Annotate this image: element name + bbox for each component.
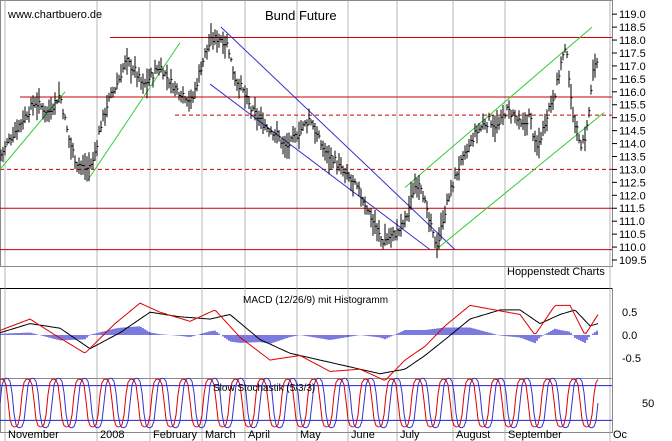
price-tick-label: 111.0: [619, 216, 645, 228]
price-tick-label: 118.0: [619, 35, 646, 47]
stochastic-title: Slow Stochastik (5/3/3): [213, 383, 315, 394]
price-tick-label: 112.0: [619, 190, 646, 202]
macd-tick-label: -0.5: [622, 353, 641, 365]
macd-tick-label: 0.0: [622, 330, 637, 342]
price-tick-label: 113.0: [619, 164, 646, 176]
price-tick-label: 117.0: [619, 61, 646, 73]
macd-tick-label: 0.5: [622, 307, 637, 319]
price-tick-label: 116.0: [619, 87, 646, 99]
price-tick-label: 114.0: [619, 139, 646, 151]
price-tick-label: 112.5: [619, 177, 646, 189]
price-tick-label: 110.0: [619, 242, 646, 254]
price-tick-label: 111.5: [619, 203, 645, 215]
price-tick-label: 115.5: [619, 100, 646, 112]
price-tick-label: 115.0: [619, 113, 646, 125]
month-tick-label: August: [456, 429, 490, 441]
trend-channel-line: [404, 26, 593, 188]
month-tick-label: November: [8, 429, 59, 441]
stochastic-tick-label: 50: [642, 398, 654, 410]
price-tick-label: 109.5: [619, 255, 647, 267]
price-tick-label: 110.5: [619, 229, 646, 241]
price-tick-label: 119.0: [619, 9, 646, 21]
month-tick-label: July: [400, 429, 420, 441]
price-tick-label: 113.5: [619, 151, 646, 163]
month-tick-label: Oc: [613, 429, 628, 441]
month-tick-label: February: [153, 429, 198, 441]
price-tick-label: 114.5: [619, 126, 646, 138]
month-tick-label: April: [248, 429, 270, 441]
month-tick-label: June: [351, 429, 375, 441]
source-label: Hoppenstedt Charts: [507, 266, 605, 278]
macd-signal-line: [0, 302, 599, 381]
price-tick-label: 118.5: [619, 22, 646, 34]
month-tick-label: March: [205, 429, 236, 441]
price-tick-label: 116.5: [619, 74, 646, 86]
month-tick-label: September: [508, 429, 562, 441]
trend-channel-line: [435, 112, 605, 251]
watermark: www.chartbuero.de: [7, 9, 102, 21]
price-panel-frame: [0, 0, 613, 267]
price-tick-label: 117.5: [619, 48, 646, 60]
month-tick-label: May: [300, 429, 321, 441]
macd-line: [0, 309, 599, 375]
chart-title: Bund Future: [265, 8, 337, 23]
month-tick-label: 2008: [100, 429, 124, 441]
trend-channel-line: [87, 42, 181, 181]
trend-channel-line: [220, 26, 456, 251]
macd-title: MACD (12/26/9) mit Histogramm: [243, 295, 388, 306]
chart-canvas: November 2008 February March April May June Jul…: [0, 0, 654, 441]
